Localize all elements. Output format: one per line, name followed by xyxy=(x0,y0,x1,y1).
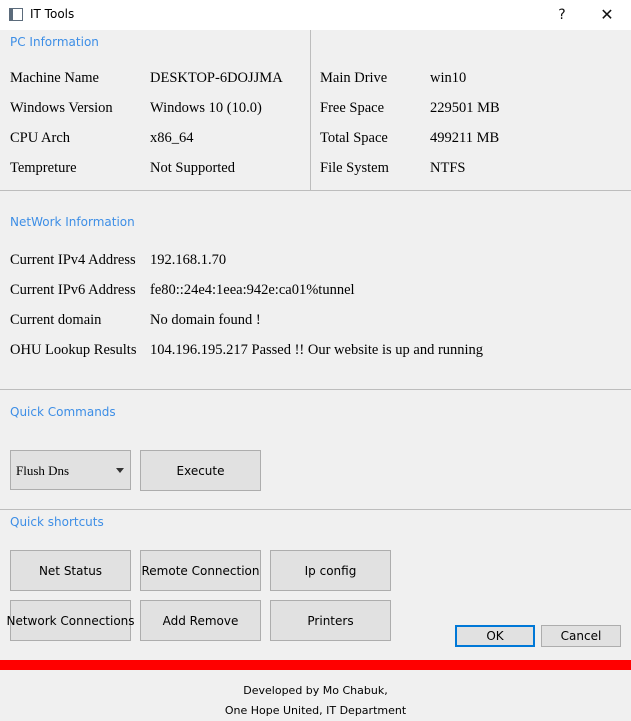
remote-connection-button[interactable]: Remote Connection xyxy=(140,550,261,591)
section-divider xyxy=(0,509,631,510)
total-space-value: 499211 MB xyxy=(430,130,500,146)
main-drive-label: Main Drive xyxy=(320,70,388,86)
ok-button[interactable]: OK xyxy=(455,625,535,647)
quick-shortcuts-title: Quick shortcuts xyxy=(10,515,104,529)
footer-developer: Developed by Mo Chabuk, xyxy=(243,684,388,697)
network-info-title: NetWork Information xyxy=(10,215,135,229)
free-space-label: Free Space xyxy=(320,100,385,116)
machine-name-value: DESKTOP-6DOJJMA xyxy=(150,70,283,86)
command-select-value: Flush Dns xyxy=(16,463,70,478)
domain-value: No domain found ! xyxy=(150,312,261,328)
status-bar-red xyxy=(0,660,631,670)
domain-label: Current domain xyxy=(10,312,102,328)
section-divider xyxy=(0,190,631,191)
cancel-button[interactable]: Cancel xyxy=(541,625,621,647)
help-button[interactable]: ? xyxy=(539,0,585,30)
ipv6-label: Current IPv6 Address xyxy=(10,282,136,298)
main-drive-value: win10 xyxy=(430,70,467,86)
pc-info-divider xyxy=(310,30,311,190)
ipv4-value: 192.168.1.70 xyxy=(150,252,227,268)
pc-info-title: PC Information xyxy=(10,35,99,49)
file-system-label: File System xyxy=(320,160,389,176)
network-connections-button[interactable]: Network Connections xyxy=(6,600,135,641)
machine-name-label: Machine Name xyxy=(10,70,99,86)
command-select[interactable]: Flush Dns xyxy=(10,450,131,490)
free-space-value: 229501 MB xyxy=(430,100,500,116)
title-bar: IT Tools ? ✕ xyxy=(0,0,631,30)
ipv6-value: fe80::24e4:1eea:942e:ca01%tunnel xyxy=(150,282,355,298)
window-title: IT Tools xyxy=(30,7,75,21)
lookup-label: OHU Lookup Results xyxy=(10,342,137,358)
windows-version-value: Windows 10 (10.0) xyxy=(150,100,262,116)
net-status-button[interactable]: Net Status xyxy=(10,550,131,591)
file-system-value: NTFS xyxy=(430,160,466,176)
printers-button[interactable]: Printers xyxy=(270,600,391,641)
lookup-value: 104.196.195.217 Passed !! Our website is… xyxy=(150,342,484,358)
section-divider xyxy=(0,389,631,390)
temperature-label: Tempreture xyxy=(10,160,77,176)
windows-version-label: Windows Version xyxy=(10,100,113,116)
close-icon[interactable]: ✕ xyxy=(584,0,630,30)
footer-department: One Hope United, IT Department xyxy=(224,704,407,717)
ip-config-button[interactable]: Ip config xyxy=(270,550,391,591)
ipv4-label: Current IPv4 Address xyxy=(10,252,136,268)
add-remove-button[interactable]: Add Remove xyxy=(140,600,261,641)
app-window-icon xyxy=(9,8,23,21)
quick-commands-title: Quick Commands xyxy=(10,405,116,419)
execute-button[interactable]: Execute xyxy=(140,450,261,491)
chevron-down-icon xyxy=(116,468,124,473)
cpu-arch-value: x86_64 xyxy=(150,130,194,146)
cpu-arch-label: CPU Arch xyxy=(10,130,71,146)
total-space-label: Total Space xyxy=(320,130,388,146)
temperature-value: Not Supported xyxy=(150,160,235,176)
